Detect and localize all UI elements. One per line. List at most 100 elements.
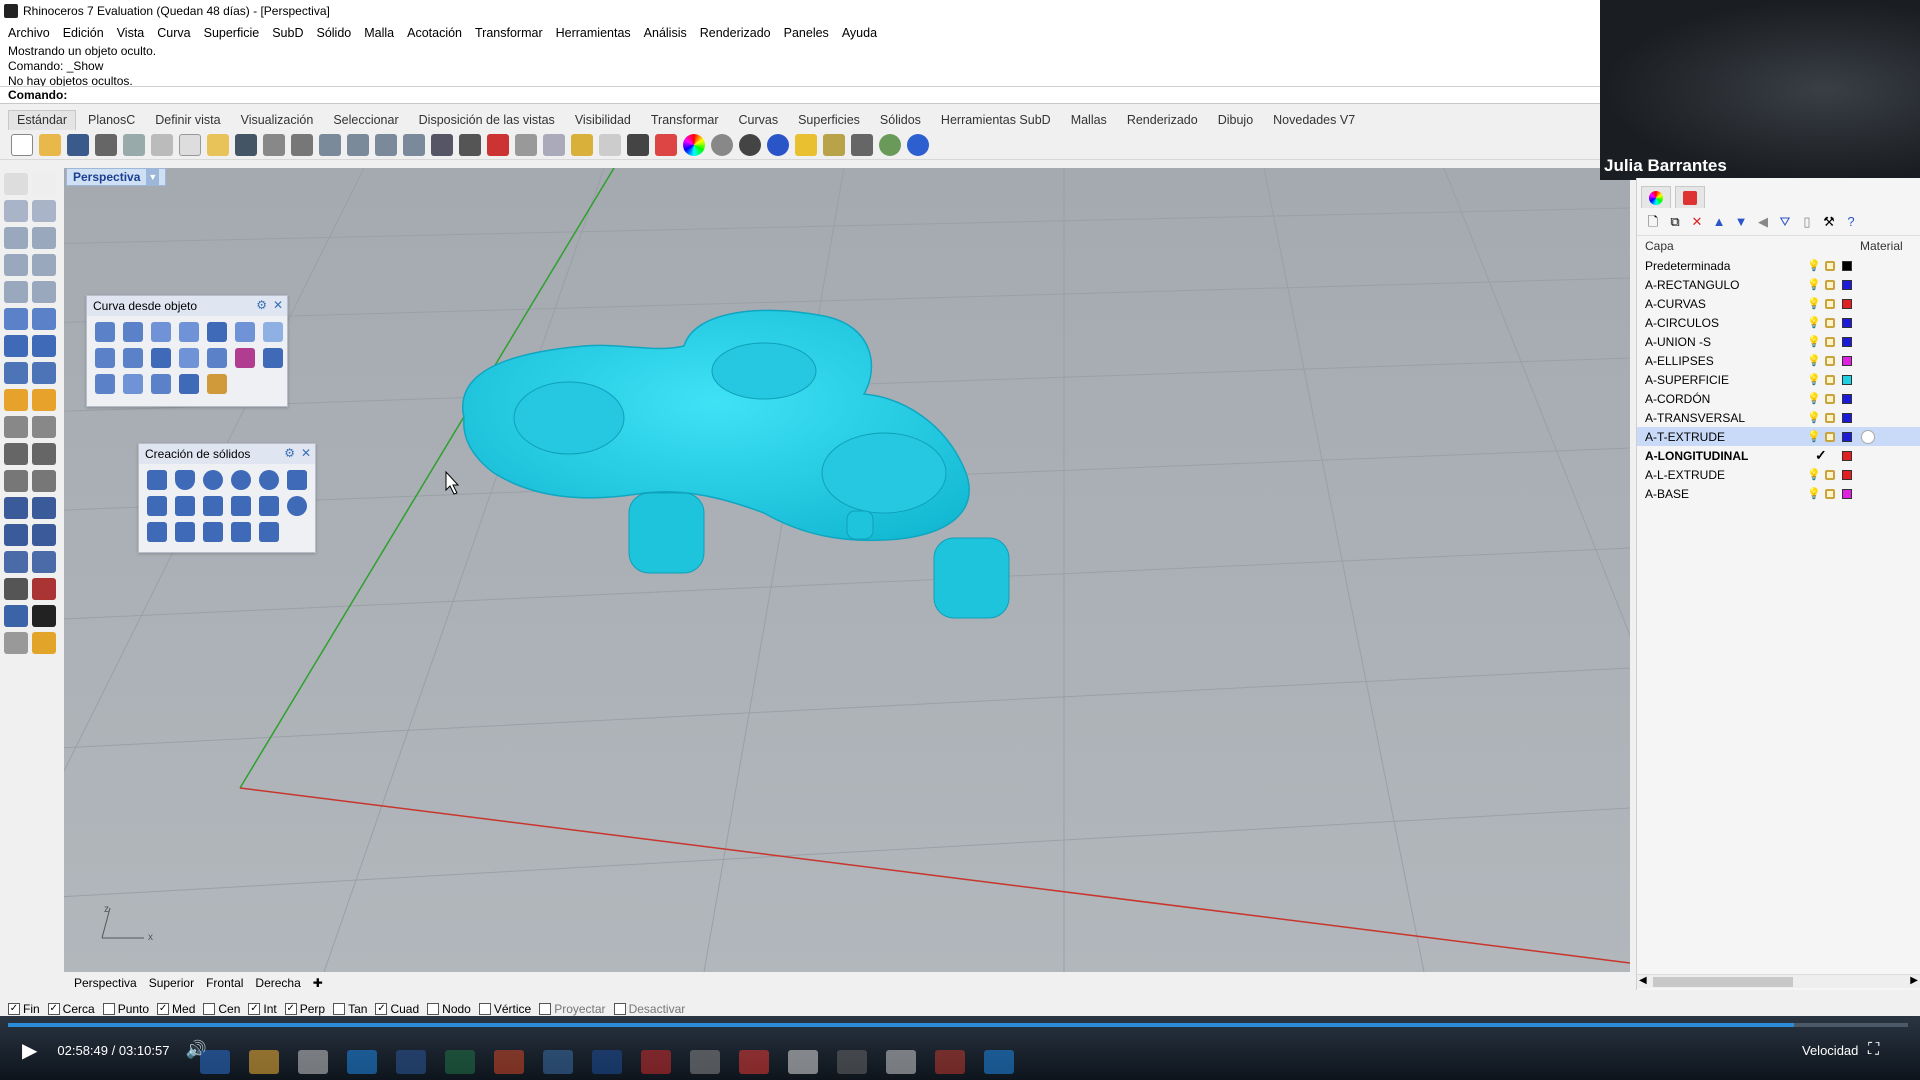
light-icon[interactable] <box>599 133 621 156</box>
gear-icon[interactable]: ⚙ <box>256 298 267 312</box>
lock-icon[interactable] <box>1825 393 1835 404</box>
video-progress-bar[interactable] <box>8 1023 1908 1027</box>
paste-icon[interactable] <box>207 133 229 156</box>
tab-perspectiva[interactable]: Perspectiva <box>74 976 137 990</box>
torus-icon[interactable] <box>259 470 279 490</box>
scroll-left-icon[interactable]: ◀ <box>1639 975 1647 986</box>
layer-row[interactable]: Predeterminada 💡 <box>1637 256 1920 275</box>
tab-seleccionar[interactable]: Seleccionar <box>325 111 406 130</box>
layer-row[interactable]: A-UNION -S 💡 <box>1637 332 1920 351</box>
lock-icon[interactable] <box>1825 469 1835 480</box>
point-icon[interactable] <box>32 173 56 195</box>
points-icon[interactable] <box>123 374 143 394</box>
unroll-icon[interactable] <box>207 348 227 368</box>
tab-visibilidad[interactable]: Visibilidad <box>567 111 639 130</box>
viewport-label[interactable]: Perspectiva ▼ <box>66 168 167 186</box>
split-icon[interactable] <box>4 443 28 465</box>
layer-color-swatch[interactable] <box>1842 488 1852 499</box>
fullscreen-icon[interactable]: ⛶ <box>1868 1041 1879 1059</box>
text-icon[interactable] <box>4 497 28 519</box>
light-bulb-icon[interactable]: 💡 <box>1807 374 1821 386</box>
lock-icon[interactable] <box>1825 279 1835 290</box>
help-icon[interactable] <box>907 133 929 156</box>
paraboloid-icon[interactable] <box>287 470 307 490</box>
speed-label[interactable]: Velocidad <box>1802 1043 1858 1058</box>
duplicate-edge-icon[interactable] <box>95 322 115 342</box>
tab-superficies[interactable]: Superficies <box>790 111 868 130</box>
move-down-icon[interactable]: ▼ <box>1733 214 1749 230</box>
copy-icon[interactable] <box>179 133 201 156</box>
pipe-icon[interactable] <box>287 496 307 516</box>
flow-along-icon[interactable] <box>179 374 199 394</box>
leader-icon[interactable] <box>32 416 56 438</box>
circle-icon[interactable] <box>4 227 28 249</box>
tab-renderizado[interactable]: Renderizado <box>1119 111 1206 130</box>
arc-icon[interactable] <box>4 281 28 303</box>
osnap-perp[interactable]: ✓ Perp <box>284 1002 325 1016</box>
tab-derecha[interactable]: Derecha <box>255 976 300 990</box>
select-arrow-icon[interactable] <box>4 173 28 195</box>
blend-edge-icon[interactable] <box>151 348 171 368</box>
slab-icon[interactable] <box>175 522 195 542</box>
layer-row[interactable]: A-ELLIPSES 💡 <box>1637 351 1920 370</box>
osnap-tan[interactable]: Tan <box>333 1002 367 1016</box>
light-bulb-icon[interactable]: 💡 <box>1807 317 1821 329</box>
light-bulb-icon[interactable]: 💡 <box>1807 279 1821 291</box>
ellipse-icon[interactable] <box>32 227 56 249</box>
wedge-icon[interactable] <box>231 496 251 516</box>
analysis-icon[interactable] <box>32 389 56 411</box>
layer-color-swatch[interactable] <box>1842 317 1852 328</box>
join-icon[interactable] <box>32 443 56 465</box>
osnap-icon[interactable] <box>515 133 537 156</box>
layer-row[interactable]: A-L-EXTRUDE 💡 <box>1637 465 1920 484</box>
osnap-cuad[interactable]: ✓ Cuad <box>375 1002 419 1016</box>
close-icon[interactable]: ✕ <box>273 298 283 312</box>
chevron-down-icon[interactable]: ▼ <box>146 169 160 185</box>
explode-icon[interactable] <box>32 497 56 519</box>
tab-disposicion[interactable]: Disposición de las vistas <box>411 111 563 130</box>
ellipsoid-icon[interactable] <box>231 470 251 490</box>
tab-estandar[interactable]: Estándar <box>8 110 77 130</box>
tab-dibujo[interactable]: Dibujo <box>1210 111 1261 130</box>
checkbox-icon[interactable]: ✓ <box>284 1003 297 1015</box>
solid-tools-icon[interactable] <box>4 551 28 573</box>
layer-color-swatch[interactable] <box>1842 450 1852 461</box>
lock-icon[interactable] <box>1825 260 1835 271</box>
flow-icon[interactable] <box>4 605 28 627</box>
tools-icon[interactable] <box>795 133 817 156</box>
layer-row-current[interactable]: A-LONGITUDINAL ✓ <box>1637 446 1920 465</box>
lock-icon[interactable] <box>1825 355 1835 366</box>
open-folder-icon[interactable] <box>39 133 61 156</box>
layers-horizontal-scrollbar[interactable]: ◀ ▶ <box>1637 974 1920 988</box>
tab-curvas[interactable]: Curvas <box>730 111 786 130</box>
layer-color-swatch[interactable] <box>1842 336 1852 347</box>
layer-color-swatch[interactable] <box>1842 260 1852 271</box>
checkbox-icon[interactable] <box>427 1003 440 1015</box>
curve-icon[interactable] <box>32 200 56 222</box>
lock-icon[interactable] <box>1825 431 1835 442</box>
osnap-desactivar[interactable]: Desactivar <box>613 1002 685 1016</box>
light-bulb-icon[interactable]: 💡 <box>1807 336 1821 348</box>
extract-icon[interactable] <box>263 348 283 368</box>
transform-icon[interactable] <box>4 389 28 411</box>
checkbox-icon[interactable]: ✓ <box>375 1003 388 1015</box>
tab-novedades-v7[interactable]: Novedades V7 <box>1265 111 1363 130</box>
osnap-proyectar[interactable]: Proyectar <box>539 1002 606 1016</box>
extrude-surface-icon[interactable] <box>32 308 56 330</box>
osnap-med[interactable]: ✓ Med <box>157 1002 195 1016</box>
help-icon[interactable]: ? <box>1843 214 1859 230</box>
osnap-punto[interactable]: Punto <box>102 1002 149 1016</box>
text-solid-icon[interactable] <box>203 522 223 542</box>
checkbox-icon[interactable] <box>478 1003 491 1015</box>
subd-icon[interactable] <box>32 362 56 384</box>
material-swatch[interactable] <box>1861 429 1875 444</box>
cplane-icon[interactable] <box>487 133 509 156</box>
light-bulb-icon[interactable]: 💡 <box>1807 393 1821 405</box>
tab-planosc[interactable]: PlanosC <box>80 111 143 130</box>
extrude-solid-icon[interactable] <box>147 522 167 542</box>
layer-row[interactable]: A-CURVAS 💡 <box>1637 294 1920 313</box>
menu-ayuda[interactable]: Ayuda <box>842 26 877 40</box>
light-bulb-icon[interactable]: 💡 <box>1807 298 1821 310</box>
light-bulb-icon[interactable]: 💡 <box>1807 488 1821 500</box>
tube-icon[interactable] <box>259 496 279 516</box>
